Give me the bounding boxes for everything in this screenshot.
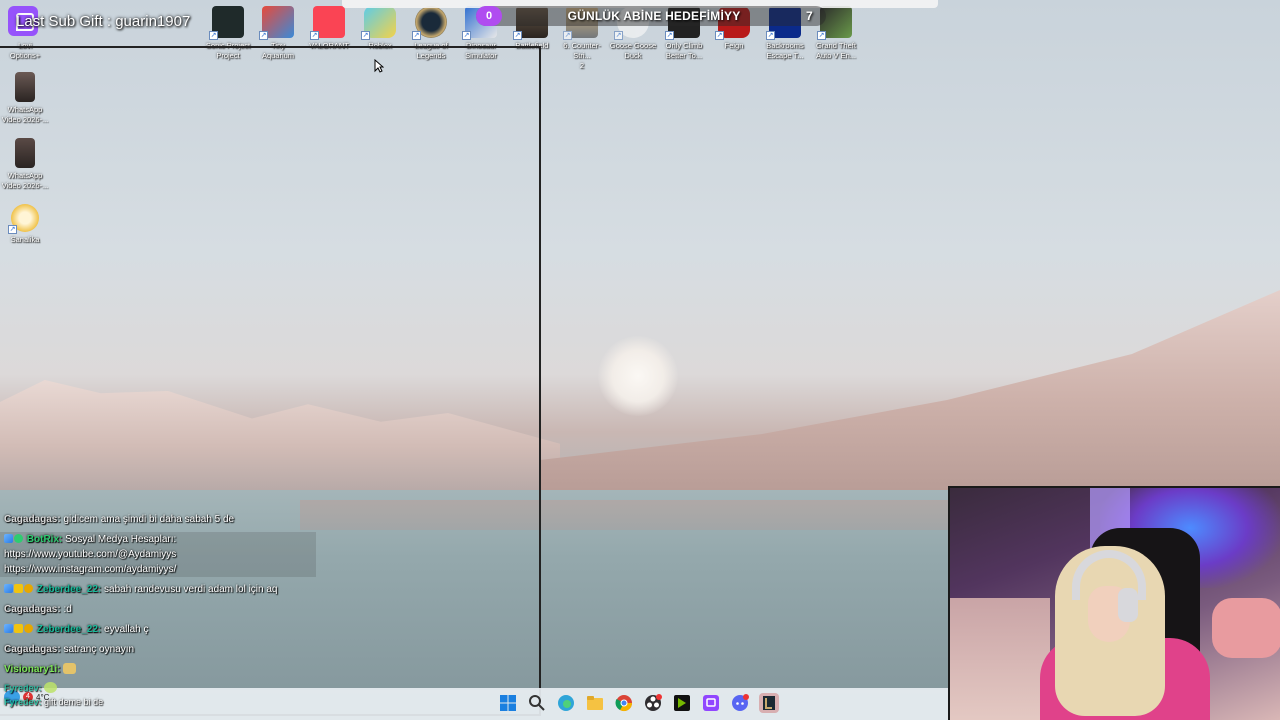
crown-badge-icon bbox=[14, 584, 23, 593]
chat-message: Fyredev: bbox=[4, 682, 324, 694]
desktop-icon-project[interactable]: ↗ Sonic Project Project bbox=[203, 6, 253, 61]
edge-browser-icon[interactable] bbox=[556, 693, 576, 713]
desktop-icon-tiny-aquarium[interactable]: ↗ Tiny Aquarium bbox=[253, 6, 303, 61]
file-explorer-icon[interactable] bbox=[585, 693, 605, 713]
desktop-icon-label: Tiny Aquarium bbox=[261, 41, 295, 60]
chat-username: Zeberdee_22: bbox=[36, 584, 102, 595]
chat-text: sabah randevusu verdi adam lol için aq bbox=[104, 584, 278, 595]
league-of-legends-icon: ↗ bbox=[412, 6, 447, 40]
windows-start-icon[interactable] bbox=[498, 693, 518, 713]
sanalika-icon: ↗ bbox=[8, 204, 39, 234]
obs-studio-icon[interactable] bbox=[643, 693, 663, 713]
chat-username: Zeberdee_22: bbox=[36, 624, 102, 635]
valorant-icon: ↗ bbox=[310, 6, 345, 40]
desktop-icon-label: WhatsApp Video 2026-... bbox=[1, 171, 49, 190]
chat-username: Cagadagas: bbox=[4, 644, 61, 655]
desktop-icon-label: Grand Theft Auto V En... bbox=[815, 41, 857, 60]
desktop-icon-label: 6. Counter-Stri... 2 bbox=[563, 41, 601, 70]
chat-username: Cagadagas: bbox=[4, 604, 61, 615]
desktop-icon-label: Goose Goose Duck bbox=[609, 41, 657, 60]
desktop-icon-whatsapp-video-1[interactable]: WhatsApp Video 2026-... bbox=[0, 72, 50, 125]
webcam-room-background bbox=[950, 598, 1050, 720]
webcam-plush-toy bbox=[1212, 598, 1280, 658]
chrome-browser-icon[interactable] bbox=[614, 693, 634, 713]
moderator-sword-icon bbox=[4, 624, 13, 633]
chat-emote-icon bbox=[63, 663, 77, 674]
chat-message-bot: BotRix: Sosyal Medya Hesapları: https://… bbox=[0, 532, 316, 577]
nvidia-app-icon[interactable] bbox=[672, 693, 692, 713]
streamer-webcam bbox=[948, 486, 1280, 720]
chat-text: satranç oynayın bbox=[63, 644, 135, 655]
league-client-icon[interactable] bbox=[759, 693, 779, 713]
chat-link-instagram[interactable]: https://www.instagram.com/aydamiyys/ bbox=[4, 564, 176, 575]
moderator-sword-icon bbox=[4, 534, 13, 543]
desktop-icon-label: Dinosaur Simulator bbox=[465, 41, 497, 60]
desktop-icon-label: Only Climb Better To... bbox=[665, 41, 703, 60]
coin-badge-icon bbox=[24, 624, 33, 633]
headset-earcup bbox=[1118, 588, 1138, 622]
desktop-icon-label: Feign bbox=[724, 41, 744, 50]
desktop-icon-label: WhatsApp Video 2026-... bbox=[1, 105, 49, 124]
desktop-icon-valorant[interactable]: ↗ VALORANT bbox=[304, 6, 354, 51]
daily-goal-bar: 0 GÜNLÜK ABİNE HEDEFİMİYY 7 bbox=[476, 6, 826, 26]
stream-chat: Cagadagas: gidicem ama şimdi bi daha sab… bbox=[0, 512, 324, 713]
crown-badge-icon bbox=[14, 624, 23, 633]
desktop-icon-label: Roblox bbox=[368, 41, 392, 50]
mouse-cursor-icon bbox=[374, 59, 384, 73]
desktop-icon-label: Lovi Options+ bbox=[9, 41, 41, 60]
chat-username: Fyredev: bbox=[4, 683, 42, 693]
chat-message: Zeberdee_22: eyvallah ç bbox=[4, 622, 324, 637]
chat-text: gift deme bi de bbox=[44, 697, 104, 707]
chat-username: Cagadagas: bbox=[4, 514, 61, 525]
desktop-icon-label: Battlefield bbox=[515, 41, 549, 50]
desktop-icon-whatsapp-video-2[interactable]: WhatsApp Video 2026-... bbox=[0, 138, 50, 191]
last-sub-gift-text: Last Sub Gift : guarin1907 bbox=[16, 12, 191, 30]
discord-icon[interactable] bbox=[730, 693, 750, 713]
coin-badge-icon bbox=[24, 584, 33, 593]
moderator-sword-icon bbox=[4, 584, 13, 593]
video-thumbnail-icon bbox=[15, 72, 35, 102]
chat-text: Sosyal Medya Hesapları: bbox=[65, 534, 177, 545]
taskbar-pinned-apps bbox=[498, 693, 779, 713]
chat-emote-icon bbox=[44, 682, 58, 693]
roblox-character-icon: ↗ bbox=[361, 6, 396, 40]
desktop-icon-league-of-legends[interactable]: ↗ League of Legends bbox=[406, 6, 456, 61]
chat-link-youtube[interactable]: https://www.youtube.com/@Aydamiyys bbox=[4, 549, 176, 560]
chat-message: Cagadagas: satranç oynayın bbox=[4, 642, 324, 657]
wallpaper-dune-left bbox=[0, 380, 560, 490]
chat-message: Cagadagas: gidicem ama şimdi bi daha sab… bbox=[4, 512, 324, 527]
chat-text: gidicem ama şimdi bi daha sabah 5 de bbox=[63, 514, 235, 525]
desktop-icon-label: Backrooms Escape T... bbox=[766, 41, 804, 60]
chat-username: Visionary1i: bbox=[4, 664, 61, 675]
wallpaper-sun bbox=[598, 336, 678, 416]
search-icon[interactable] bbox=[527, 693, 547, 713]
desktop-icon-label: League of Legends bbox=[414, 41, 448, 60]
chat-message: Zeberdee_22: sabah randevusu verdi adam … bbox=[4, 582, 324, 597]
project-app-icon: ↗ bbox=[209, 6, 244, 40]
goal-current-count: 0 bbox=[476, 6, 502, 26]
twitch-app-icon[interactable] bbox=[701, 693, 721, 713]
chat-message: Cagadagas: :d bbox=[4, 602, 324, 617]
video-thumbnail-icon bbox=[15, 138, 35, 168]
chat-username: BotRix: bbox=[26, 534, 63, 545]
desktop-icon-sanalika[interactable]: ↗ Sanalika bbox=[0, 204, 50, 245]
desktop-icon-label: Sonic Project Project bbox=[205, 41, 251, 60]
chat-text: eyvallah ç bbox=[104, 624, 149, 635]
desktop-icon-label: Sanalika bbox=[10, 235, 40, 244]
goal-title: GÜNLÜK ABİNE HEDEFİMİYY bbox=[567, 9, 741, 23]
bot-badge-icon bbox=[14, 534, 23, 543]
goal-target-count: 7 bbox=[806, 9, 813, 23]
desktop-icon-label: VALORANT bbox=[309, 41, 349, 50]
tiny-aquarium-icon: ↗ bbox=[259, 6, 294, 40]
last-sub-gift-overlay: Last Sub Gift : guarin1907 bbox=[8, 6, 191, 36]
chat-text: :d bbox=[63, 604, 72, 615]
chat-username: Fyredev: bbox=[4, 697, 42, 707]
chat-message: Fyredev: gift deme bi de bbox=[4, 696, 324, 708]
desktop-icon-roblox[interactable]: ↗ Roblox bbox=[355, 6, 405, 51]
chat-message: Visionary1i: bbox=[4, 662, 324, 677]
